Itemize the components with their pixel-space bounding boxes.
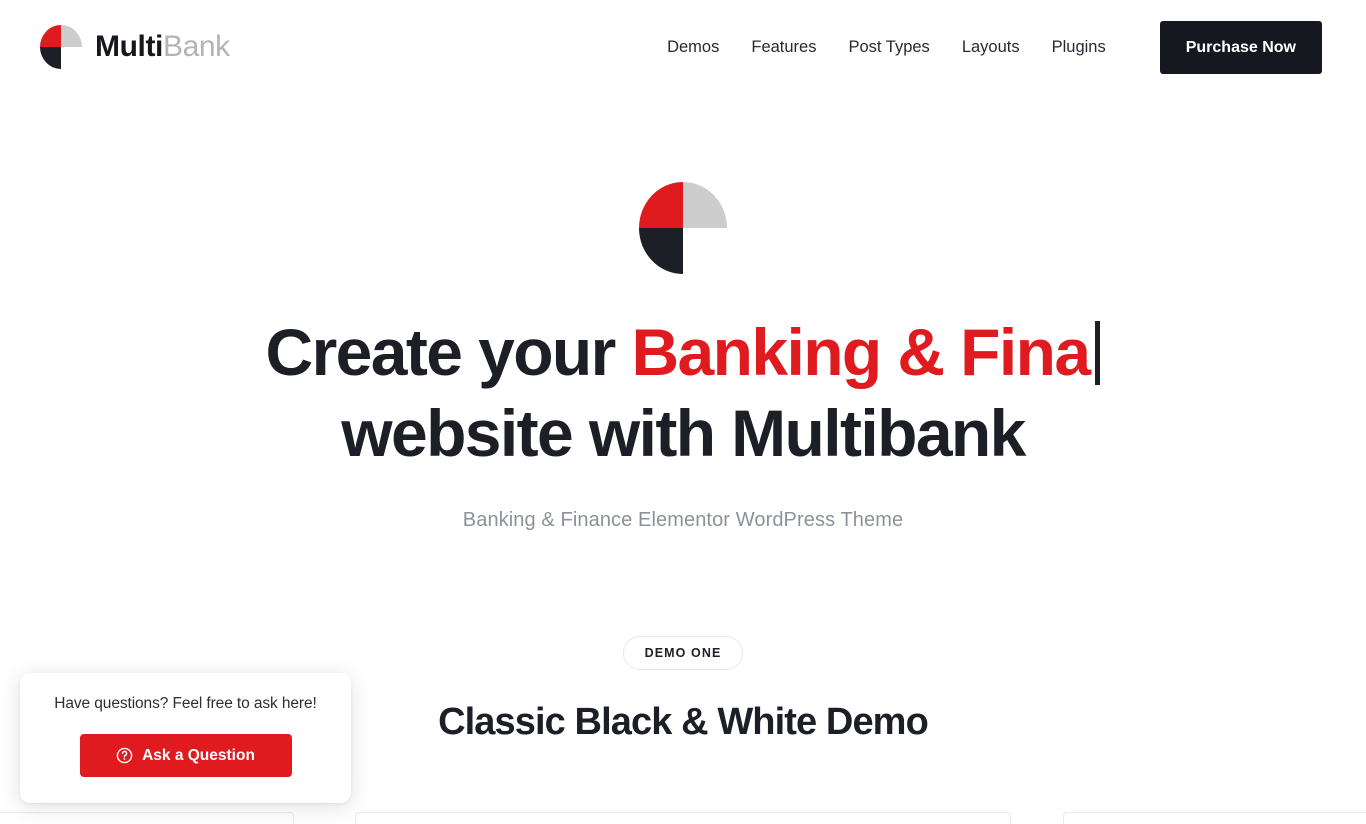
logo-quadrant-top-left — [40, 25, 61, 47]
demo-preview-card[interactable] — [355, 812, 1011, 824]
nav-item-layouts[interactable]: Layouts — [946, 28, 1036, 67]
brand-logo-link[interactable]: MultiBank — [40, 25, 230, 69]
brand-wordmark: MultiBank — [95, 32, 230, 62]
question-circle-icon — [116, 747, 133, 764]
demo-preview-card[interactable] — [0, 812, 294, 824]
hero-subtitle: Banking & Finance Elementor WordPress Th… — [462, 509, 904, 532]
hero-headline-line-two: website with Multibank — [341, 395, 1026, 470]
hero-multibank-quadrant-logo-icon — [639, 182, 727, 274]
chat-prompt-text: Have questions? Feel free to ask here! — [54, 695, 317, 712]
demo-badge[interactable]: DEMO ONE — [622, 636, 744, 671]
demo-preview-card[interactable] — [1063, 812, 1366, 824]
hero-logo-quadrant-bottom-left — [639, 228, 683, 274]
typing-cursor-icon — [1095, 321, 1101, 385]
logo-quadrant-bottom-left — [40, 47, 61, 69]
nav-item-demos[interactable]: Demos — [651, 28, 735, 67]
purchase-now-button[interactable]: Purchase Now — [1159, 20, 1322, 74]
nav-item-post-types[interactable]: Post Types — [832, 28, 945, 67]
multibank-quadrant-logo-icon — [40, 25, 82, 69]
ask-a-question-label: Ask a Question — [142, 746, 255, 764]
hero-headline: Create your Banking & Fina website with … — [0, 312, 1366, 473]
site-header: MultiBank Demos Features Post Types Layo… — [0, 0, 1366, 94]
nav-item-plugins[interactable]: Plugins — [1036, 28, 1122, 67]
hero-headline-static: Create your — [265, 315, 632, 389]
hero-logo-quadrant-top-left — [639, 182, 683, 228]
main-navigation: Demos Features Post Types Layouts Plugin… — [651, 20, 1322, 74]
brand-wordmark-strong: Multi — [95, 30, 163, 63]
logo-quadrant-top-right — [61, 25, 82, 47]
nav-item-features[interactable]: Features — [735, 28, 832, 67]
hero-logo-quadrant-top-right — [683, 182, 727, 228]
hero-section: Create your Banking & Fina website with … — [0, 94, 1366, 532]
ask-a-question-button[interactable]: Ask a Question — [79, 734, 292, 777]
brand-wordmark-light: Bank — [162, 30, 230, 63]
hero-headline-typed-text: Banking & Fina — [631, 315, 1091, 389]
demo-card-strip — [0, 812, 1366, 824]
chat-widget: Have questions? Feel free to ask here! A… — [20, 673, 351, 803]
